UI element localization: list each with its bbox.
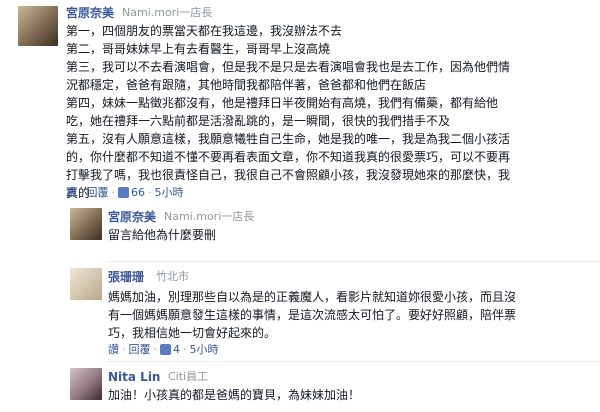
comment-line: 第二，哥哥妹妹早上有去看醫生，哥哥早上沒高燒 xyxy=(66,42,331,56)
reply-item: 宮原奈美 Nami.mori一店長 留言給他為什麼要刪 xyxy=(66,206,600,256)
comment-line: 打擊我了嗎，我也很責怪自己，我很自己不會照顧小孩，我沒發現她來的那麼快，我 xyxy=(66,168,511,182)
comment-text: 媽媽加油，別理那些自以為是的正義魔人，看影片就知道妳很愛小孩，而且沒 有一個媽媽… xyxy=(108,288,516,342)
comment-line: 第五，沒有人願意這樣，我願意犧牲自己生命，她是我的唯一，我是為我二個小孩活 xyxy=(66,132,511,146)
reply-item: Nita Lin Citi員工 加油！小孩真的都是爸媽的寶貝，為妹妹加油！ xyxy=(66,366,600,412)
timestamp[interactable]: 5小時 xyxy=(155,186,184,199)
comment-line: 第三，我可以不去看演唱會，但是我不是只是去看演唱會我也是去工作，因為他們情 xyxy=(66,60,511,74)
commenter-meta: Nami.mori一店長 xyxy=(122,6,213,19)
avatar[interactable] xyxy=(18,6,58,46)
comment-line: 留言給他為什麼要刪 xyxy=(108,228,217,242)
comment-item: 宮原奈美 Nami.mori一店長 第一，四個朋友的票當天都在我這邊，我沒辦法不… xyxy=(0,0,600,200)
comment-text: 第一，四個朋友的票當天都在我這邊，我沒辦法不去 第二，哥哥妹妹早上有去看醫生，哥… xyxy=(66,22,596,202)
comment-actions: 讚 · 回覆 · 66 · 5小時 xyxy=(66,186,184,199)
comment-line: 況都穩定，爸爸有跟隨，其他時間我都陪伴著，爸爸都和他們在飯店 xyxy=(66,78,427,92)
divider xyxy=(108,361,600,362)
comment-line: 第一，四個朋友的票當天都在我這邊，我沒辦法不去 xyxy=(66,24,343,38)
avatar[interactable] xyxy=(70,208,102,240)
avatar[interactable] xyxy=(70,268,102,300)
comment-text: 留言給他為什麼要刪 xyxy=(108,226,216,244)
commenter-name[interactable]: 宮原奈美 xyxy=(66,6,114,20)
timestamp[interactable]: 5小時 xyxy=(190,343,219,356)
thumbs-up-icon xyxy=(160,344,171,355)
comment-line: 巧，我相信她一切會好起來的。 xyxy=(108,326,277,340)
comment-text: 加油！小孩真的都是爸媽的寶貝，為妹妹加油！ xyxy=(108,386,360,404)
comment-line: 吃，她在禮拜一六點前都是活潑亂跳的，是一瞬間，很快的我們措手不及 xyxy=(66,114,451,128)
avatar[interactable] xyxy=(70,368,102,400)
like-count[interactable]: 4 xyxy=(173,343,180,356)
commenter-meta: Citi員工 xyxy=(168,370,209,383)
commenter-name[interactable]: 張珊珊 xyxy=(108,270,144,284)
commenter-meta: Nami.mori一店長 xyxy=(164,210,255,223)
like-link[interactable]: 讚 xyxy=(66,186,77,199)
reply-item: 張珊珊 竹北市 媽媽加油，別理那些自以為是的正義魔人，看影片就知道妳很愛小孩，而… xyxy=(66,266,600,356)
comment-line: 加油！小孩真的都是爸媽的寶貝，為妹妹加油！ xyxy=(108,388,361,402)
comment-line: 有一個媽媽願意發生這樣的事情，是這次流感太可怕了。要好好照顧，陪伴票 xyxy=(108,308,517,322)
comment-line: 第四，妹妹一點徵兆都沒有，他是禮拜日半夜開始有高燒，我們有備藥，都有給他 xyxy=(66,96,499,110)
reply-link[interactable]: 回覆 xyxy=(129,343,151,356)
commenter-meta: 竹北市 xyxy=(156,270,189,283)
like-link[interactable]: 讚 xyxy=(108,343,119,356)
thumbs-up-icon xyxy=(118,187,129,198)
comment-line: 媽媽加油，別理那些自以為是的正義魔人，看影片就知道妳很愛小孩，而且沒 xyxy=(108,290,517,304)
commenter-name[interactable]: Nita Lin xyxy=(108,370,160,384)
comment-actions: 讚 · 回覆 · 4 · 5小時 xyxy=(108,343,219,356)
commenter-name[interactable]: 宮原奈美 xyxy=(108,210,156,224)
like-count[interactable]: 66 xyxy=(131,186,145,199)
comment-line: 的，你什麼都不知道不懂不要再看表面文章，你不知道我真的很愛票巧，可以不要再 xyxy=(66,150,511,164)
comment-thread: 宮原奈美 Nami.mori一店長 第一，四個朋友的票當天都在我這邊，我沒辦法不… xyxy=(0,0,600,412)
reply-link[interactable]: 回覆 xyxy=(87,186,109,199)
divider xyxy=(108,261,600,262)
